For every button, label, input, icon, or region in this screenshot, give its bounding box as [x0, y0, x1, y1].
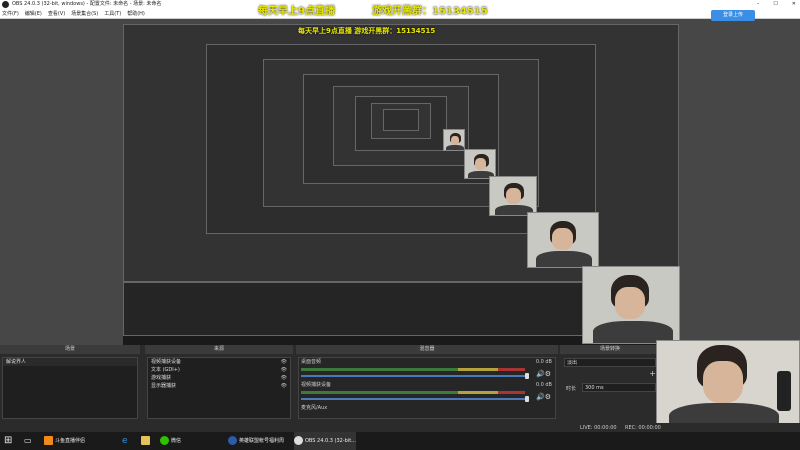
channel-db: 0.0 dB: [535, 382, 552, 388]
taskbar: ⊞ ▭ 斗鱼直播伴侣 e 微信 英雄联盟帐号福利周 OBS 24.0.3 (32…: [0, 432, 800, 450]
scenes-list: 解说界人: [2, 357, 138, 419]
menu-edit[interactable]: 编辑(E): [25, 9, 42, 18]
menu-tools[interactable]: 工具(T): [104, 9, 121, 18]
taskbar-app-wechat[interactable]: 微信: [160, 432, 200, 450]
visibility-eye-icon: 👁: [280, 375, 287, 381]
scene-item[interactable]: 解说界人: [3, 358, 137, 366]
overlay-schedule-text: 每天早上9点直播: [258, 6, 335, 17]
preview-area[interactable]: 每天早上9点直播 游戏开黑群：15134515 每天早上9点直播 游戏开黑群：1…: [0, 6, 800, 359]
channel-name: 麦克风/Aux: [301, 405, 328, 411]
volume-slider[interactable]: [301, 375, 525, 377]
webcam-image: [582, 266, 680, 344]
taskbar-app-lol[interactable]: 英雄联盟帐号福利周: [228, 432, 290, 450]
microphone-image: [777, 371, 791, 411]
windows-start-icon[interactable]: ⊞: [4, 432, 12, 450]
file-explorer-icon[interactable]: [141, 432, 152, 450]
obs-logo-icon: [2, 1, 9, 8]
add-transition-button[interactable]: +: [649, 369, 656, 378]
douyu-icon: [44, 436, 53, 445]
close-button[interactable]: ✕: [792, 0, 796, 9]
minimize-button[interactable]: –: [757, 0, 760, 9]
mixer-channel: 麦克风/Aux: [299, 405, 555, 417]
source-item[interactable]: 显示器捕获 👁: [148, 382, 290, 390]
edge-icon[interactable]: e: [122, 432, 128, 450]
webcam-image: [464, 149, 496, 179]
slider-handle[interactable]: [525, 396, 529, 402]
wechat-icon: [160, 436, 169, 445]
scenes-dock: 场景 解说界人 + − ⌃ ⌄: [0, 345, 140, 433]
overlay-group-text: 游戏开黑群：15134515: [372, 6, 488, 17]
live-timer: LIVE: 00:00:00: [580, 425, 617, 431]
taskbar-app-obs[interactable]: OBS 24.0.3 (32-bit...: [294, 432, 356, 450]
webcam-image: [443, 129, 465, 151]
taskbar-app-douyu[interactable]: 斗鱼直播伴侣: [44, 432, 104, 450]
sources-list: 视频捕获设备 👁 文本 (GDI+) 👁 游戏捕获 👁 显示器捕获 👁: [147, 357, 291, 419]
rec-timer: REC: 00:00:00: [625, 425, 661, 431]
source-item[interactable]: 游戏捕获 👁: [148, 374, 290, 382]
visibility-eye-icon: 👁: [280, 383, 287, 389]
transitions-dock: 场景转换 淡出 + 时长 300 ms: [560, 345, 660, 433]
sources-dock-title: 来源: [145, 345, 293, 354]
webcam-image: [656, 340, 800, 432]
obs-icon: [294, 436, 303, 445]
speaker-icon[interactable]: 🔊⚙: [536, 370, 551, 378]
source-item[interactable]: 文本 (GDI+) 👁: [148, 366, 290, 374]
duration-input[interactable]: 300 ms: [582, 383, 656, 392]
nested-window: [383, 109, 419, 131]
webcam-image: [489, 176, 537, 216]
webcam-image: [527, 212, 599, 268]
duration-label: 时长: [566, 386, 577, 392]
obs-window: OBS 24.0.3 (32-bit, windows) - 配置文件: 未命名…: [0, 0, 800, 450]
menu-help[interactable]: 帮助(H): [127, 9, 145, 18]
maximize-button[interactable]: ☐: [773, 0, 777, 9]
mixer-body: 桌面音频 0.0 dB 🔊⚙ 视频捕获设备 0.0 dB 🔊⚙ 麦克风/Aux: [298, 357, 556, 419]
menu-file[interactable]: 文件(F): [2, 9, 19, 18]
visibility-eye-icon: 👁: [280, 359, 287, 365]
channel-name: 视频捕获设备: [301, 382, 332, 388]
channel-name: 桌面音频: [301, 359, 322, 365]
menu-view[interactable]: 查看(V): [48, 9, 65, 18]
volume-slider[interactable]: [301, 398, 525, 400]
speaker-icon[interactable]: 🔊⚙: [536, 393, 551, 401]
login-upload-button[interactable]: 登录上传: [711, 10, 755, 21]
volume-meter: [301, 368, 525, 371]
slider-handle[interactable]: [525, 373, 529, 379]
source-item[interactable]: 视频捕获设备 👁: [148, 358, 290, 366]
scenes-dock-title: 场景: [0, 345, 140, 354]
nested-overlay-text: 每天早上9点直播 游戏开黑群：15134515: [298, 27, 436, 35]
menu-scene-collection[interactable]: 场景集合(S): [71, 9, 98, 18]
window-title: OBS 24.0.3 (32-bit, windows) - 配置文件: 未命名…: [12, 1, 162, 7]
mixer-dock: 混音器 桌面音频 0.0 dB 🔊⚙ 视频捕获设备 0.0 dB 🔊⚙ 麦克风/…: [296, 345, 558, 433]
task-view-icon[interactable]: ▭: [24, 432, 32, 450]
volume-meter: [301, 391, 525, 394]
mixer-dock-title: 混音器: [296, 345, 558, 354]
channel-db: 0.0 dB: [535, 359, 552, 365]
transition-select[interactable]: 淡出: [564, 358, 656, 367]
sources-dock: 来源 视频捕获设备👁 文本 (GDI+)👁 游戏捕获👁 显示器捕获👁 + − ⚙…: [145, 345, 293, 433]
lol-icon: [228, 436, 237, 445]
visibility-eye-icon: 👁: [280, 367, 287, 373]
transitions-dock-title: 场景转换: [560, 345, 660, 354]
